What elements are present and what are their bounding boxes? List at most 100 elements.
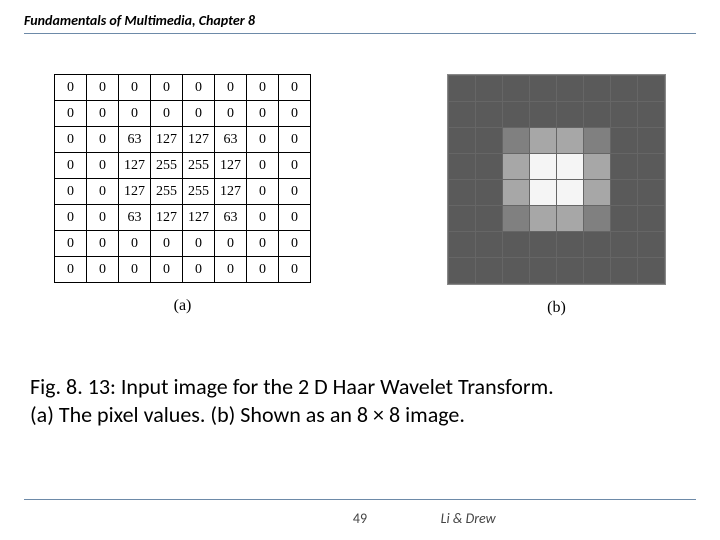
pixel-cell: 127 — [119, 179, 151, 205]
pixel-cell: 0 — [247, 75, 279, 101]
image-cell — [638, 128, 665, 154]
pixel-cell: 0 — [247, 231, 279, 257]
pixel-cell: 0 — [87, 75, 119, 101]
image-cell — [503, 102, 530, 128]
pixel-cell: 0 — [183, 75, 215, 101]
image-cell — [476, 102, 503, 128]
pixel-cell: 0 — [215, 101, 247, 127]
image-cell — [638, 102, 665, 128]
image-cell — [584, 180, 611, 206]
pixel-cell: 0 — [87, 101, 119, 127]
pixel-cell: 0 — [55, 257, 87, 283]
image-cell — [584, 232, 611, 258]
image-cell — [557, 258, 584, 284]
image-cell — [611, 232, 638, 258]
image-cell — [557, 154, 584, 180]
chapter-header: Fundamentals of Multimedia, Chapter 8 — [24, 12, 696, 34]
image-cell — [638, 206, 665, 232]
figure-caption: Fig. 8. 13: Input image for the 2 D Haar… — [24, 373, 696, 428]
pixel-cell: 0 — [215, 257, 247, 283]
image-cell — [449, 128, 476, 154]
image-cell — [611, 76, 638, 102]
pixel-cell: 0 — [55, 231, 87, 257]
pixel-cell: 0 — [247, 205, 279, 231]
image-cell — [503, 76, 530, 102]
image-cell — [503, 232, 530, 258]
pixel-cell: 0 — [279, 153, 311, 179]
pixel-cell: 0 — [55, 205, 87, 231]
pixel-cell: 0 — [183, 101, 215, 127]
image-row — [449, 206, 665, 232]
pixel-cell: 0 — [87, 205, 119, 231]
caption-line2: (a) The pixel values. (b) Shown as an 8 … — [30, 401, 465, 428]
image-cell — [530, 76, 557, 102]
pixel-cell: 0 — [183, 231, 215, 257]
image-cell — [530, 206, 557, 232]
pixel-cell: 63 — [215, 205, 247, 231]
pixel-cell: 0 — [279, 231, 311, 257]
pixel-cell: 0 — [119, 257, 151, 283]
pixel-cell: 255 — [151, 179, 183, 205]
image-cell — [638, 180, 665, 206]
caption-line1: Fig. 8. 13: Input image for the 2 D Haar… — [30, 373, 554, 400]
pixel-cell: 0 — [87, 231, 119, 257]
pixel-cell: 0 — [151, 75, 183, 101]
slide: Fundamentals of Multimedia, Chapter 8 00… — [0, 0, 720, 540]
image-cell — [530, 128, 557, 154]
image-cell — [476, 128, 503, 154]
pixel-cell: 0 — [183, 257, 215, 283]
pixel-cell: 0 — [87, 127, 119, 153]
pixel-cell: 0 — [247, 127, 279, 153]
image-cell — [611, 206, 638, 232]
image-cell — [557, 206, 584, 232]
image-row — [449, 102, 665, 128]
image-cell — [476, 76, 503, 102]
image-row — [449, 258, 665, 284]
pixel-cell: 255 — [151, 153, 183, 179]
image-cell — [449, 232, 476, 258]
image-cell — [449, 154, 476, 180]
pixel-cell: 0 — [279, 205, 311, 231]
image-cell — [611, 128, 638, 154]
pixel-cell: 0 — [279, 75, 311, 101]
image-cell — [530, 102, 557, 128]
image-cell — [584, 258, 611, 284]
image-cell — [638, 76, 665, 102]
pixel-cell: 0 — [119, 75, 151, 101]
image-cell — [449, 102, 476, 128]
image-cell — [584, 128, 611, 154]
pixel-cell: 0 — [87, 179, 119, 205]
pixel-cell: 63 — [119, 127, 151, 153]
pixel-cell: 0 — [279, 257, 311, 283]
pixel-cell: 0 — [247, 257, 279, 283]
pixel-cell: 255 — [183, 153, 215, 179]
table-row: 00000000 — [55, 231, 311, 257]
pixel-cell: 0 — [279, 127, 311, 153]
image-cell — [557, 76, 584, 102]
chapter-title: Fundamentals of Multimedia, Chapter 8 — [24, 12, 255, 29]
pixel-cell: 127 — [183, 127, 215, 153]
pixel-cell: 0 — [247, 179, 279, 205]
pixel-cell: 0 — [279, 179, 311, 205]
figure-a-column: 0000000000000000006312712763000012725525… — [54, 74, 311, 315]
image-row — [449, 154, 665, 180]
image-cell — [476, 232, 503, 258]
image-cell — [530, 180, 557, 206]
image-cell — [557, 128, 584, 154]
pixel-cell: 0 — [119, 101, 151, 127]
pixel-cell: 0 — [55, 127, 87, 153]
pixel-image-wrap — [447, 74, 666, 285]
table-row: 00000000 — [55, 101, 311, 127]
image-cell — [611, 180, 638, 206]
pixel-cell: 63 — [119, 205, 151, 231]
pixel-value-table: 0000000000000000006312712763000012725525… — [54, 74, 311, 283]
image-cell — [584, 76, 611, 102]
image-cell — [584, 206, 611, 232]
image-cell — [638, 154, 665, 180]
pixel-cell: 0 — [119, 231, 151, 257]
image-cell — [611, 102, 638, 128]
image-cell — [530, 232, 557, 258]
page-number: 49 — [353, 510, 367, 527]
image-row — [449, 180, 665, 206]
figure-b-label: (b) — [547, 299, 566, 317]
